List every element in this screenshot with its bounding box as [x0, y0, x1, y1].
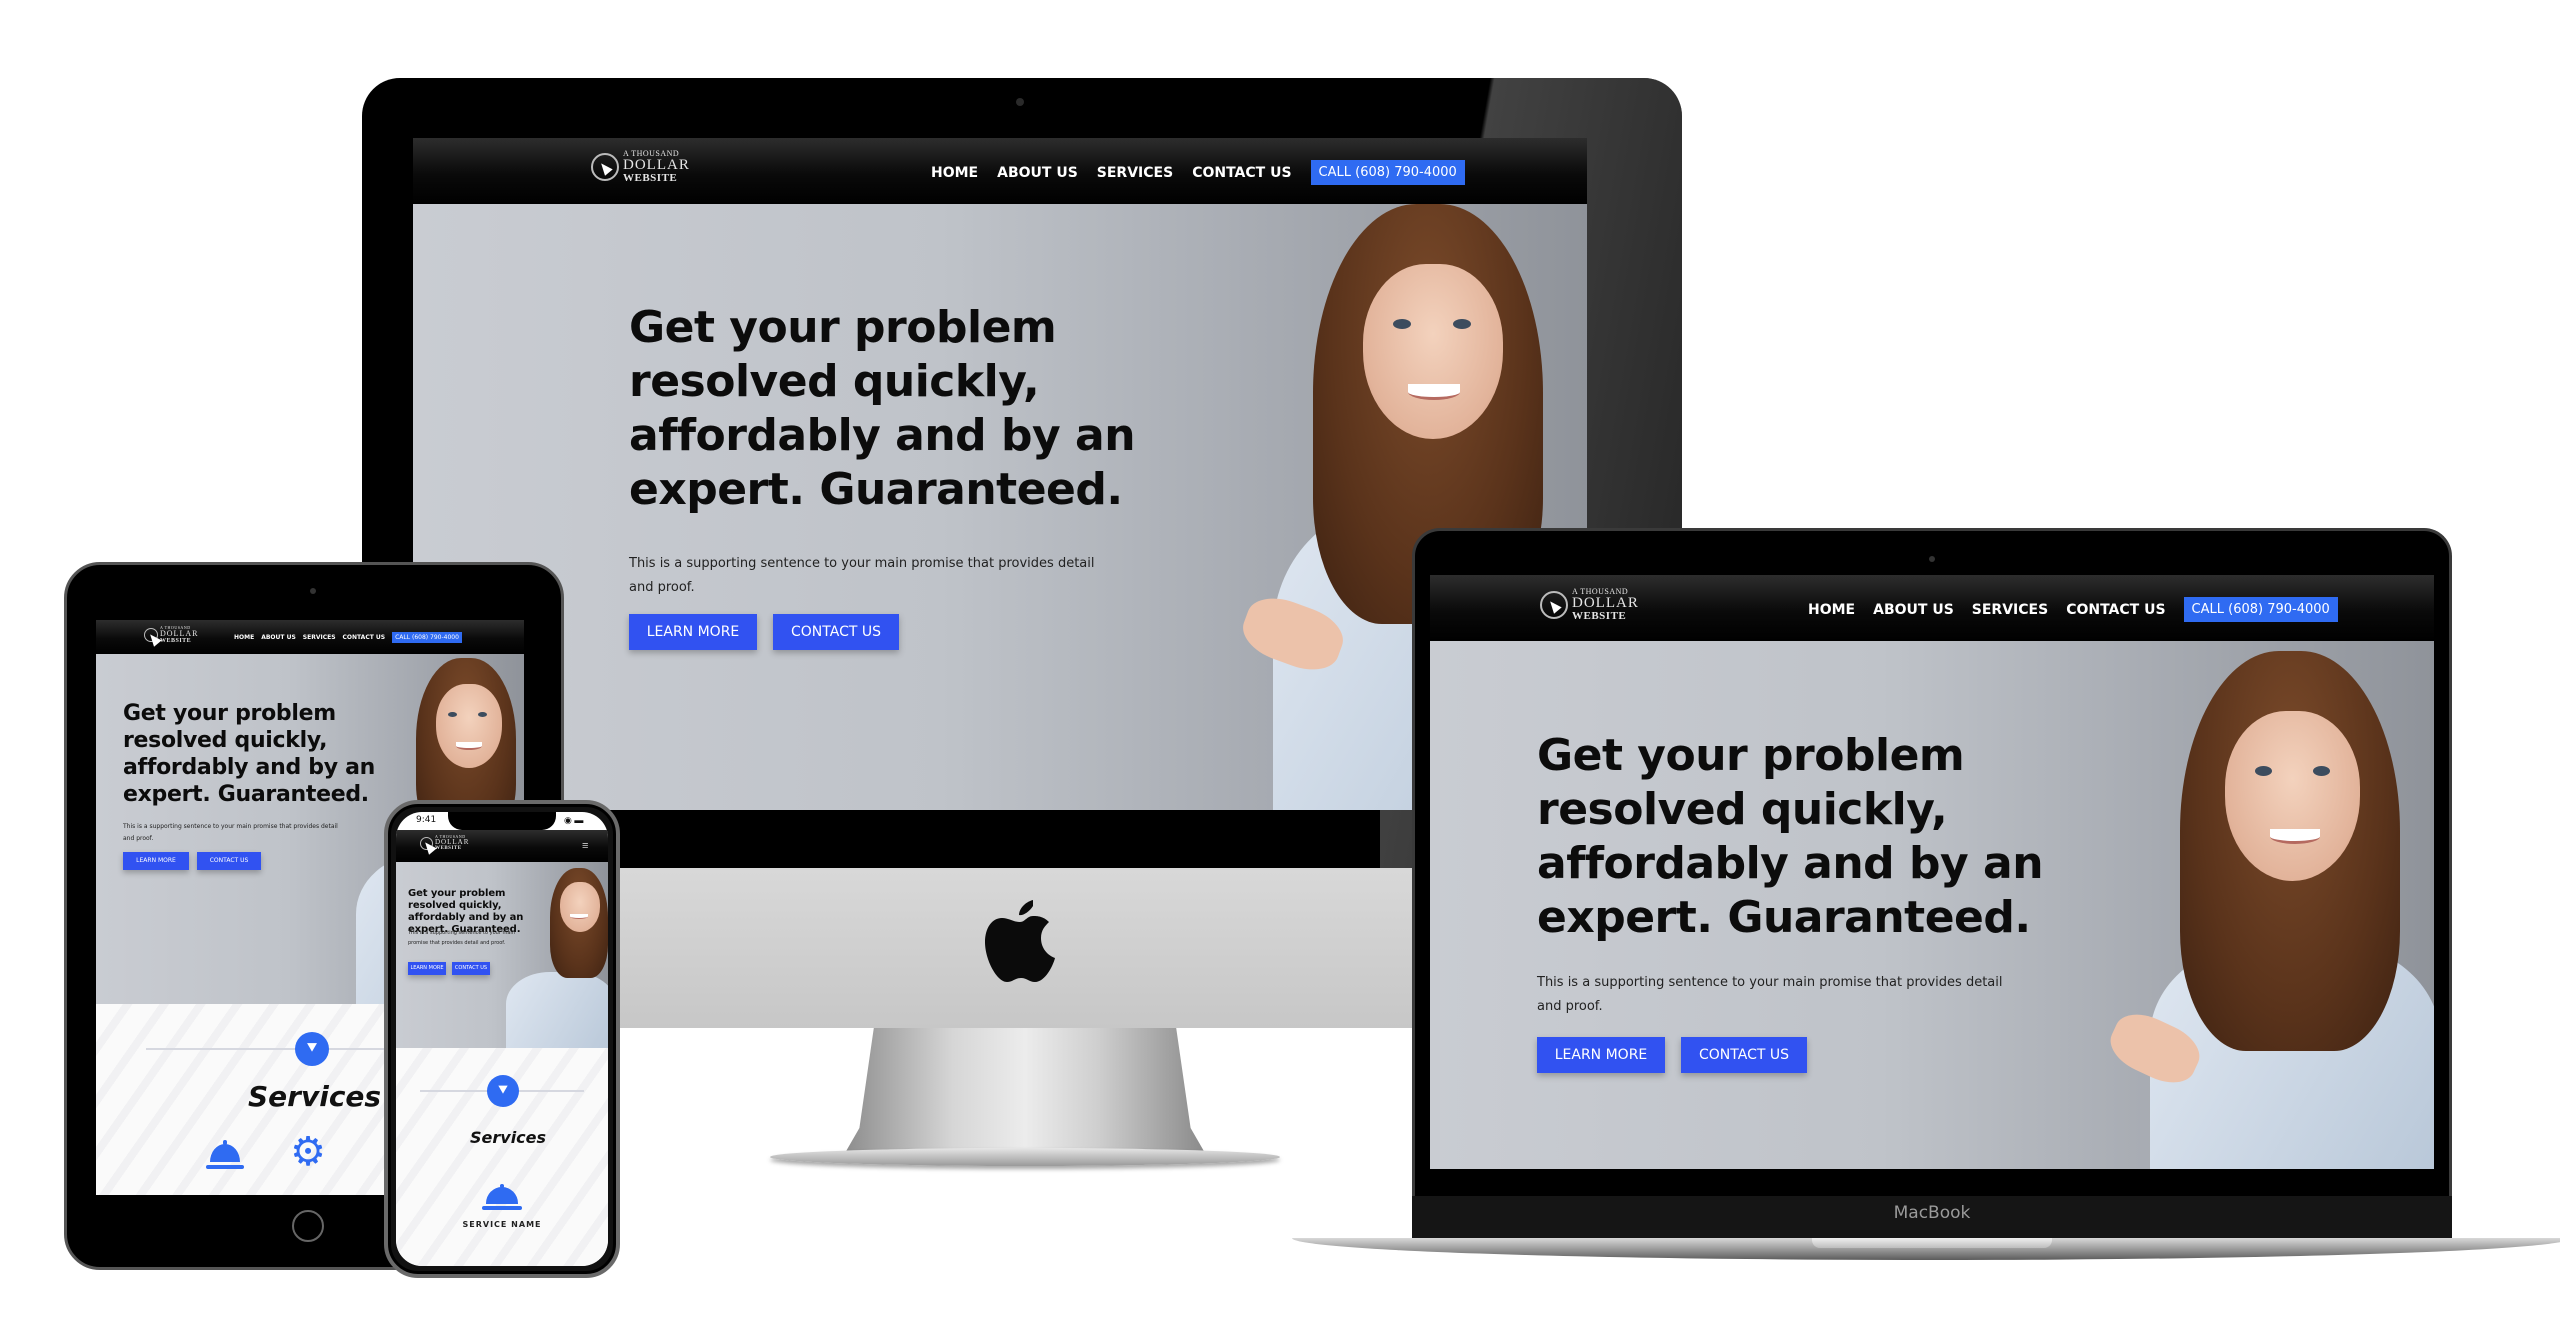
site-logo[interactable]: A THOUSAND DOLLAR WEBSITE: [144, 626, 198, 644]
hero-subtitle: This is a supporting sentence to your ma…: [1537, 975, 2003, 1014]
hero-subtitle: This is a supporting sentence to your ma…: [408, 930, 515, 946]
phone-website: 9:41 ◉ ▬ A THOUSAND DOLLAR WEBSITE ≡ Get…: [396, 812, 608, 1266]
nav-about-us[interactable]: ABOUT US: [997, 165, 1078, 181]
status-bar-time: 9:41: [416, 815, 437, 825]
hero-person-image: [2102, 641, 2434, 1169]
imac-website: A THOUSAND DOLLAR WEBSITE HOME ABOUT US …: [413, 138, 1587, 810]
site-navbar: A THOUSAND DOLLAR WEBSITE HOME ABOUT US …: [1430, 575, 2434, 641]
nav-contact-us[interactable]: CONTACT US: [1192, 165, 1291, 181]
nav-contact-us[interactable]: CONTACT US: [343, 634, 386, 641]
chevrons-down-icon[interactable]: ⯆: [295, 1032, 329, 1066]
hero-section: Get your problem resolved quickly, affor…: [413, 204, 1587, 810]
status-bar-icons: ◉ ▬: [564, 815, 584, 825]
nav-links: HOME ABOUT US SERVICES CONTACT US CALL (…: [1808, 597, 2338, 622]
services-title: Services: [470, 1128, 547, 1147]
logo-cursor-icon: [420, 836, 433, 850]
chevrons-down-icon[interactable]: ⯆: [487, 1075, 519, 1107]
nav-services[interactable]: SERVICES: [303, 634, 336, 641]
laptop-brand-label: MacBook: [1893, 1203, 1971, 1223]
site-logo[interactable]: A THOUSAND DOLLAR WEBSITE: [1540, 588, 1639, 622]
phone-notch: [448, 812, 556, 830]
tablet-home-button: [292, 1210, 324, 1242]
service-bell-icon: [206, 1138, 244, 1172]
logo-line-2: DOLLAR: [623, 157, 690, 173]
nav-services[interactable]: SERVICES: [1097, 165, 1173, 181]
hero-title: Get your problem resolved quickly, affor…: [629, 302, 1136, 515]
nav-links: HOME ABOUT US SERVICES CONTACT US CALL (…: [931, 160, 1465, 185]
contact-us-button[interactable]: CONTACT US: [773, 614, 899, 650]
site-navbar: A THOUSAND DOLLAR WEBSITE ≡: [396, 830, 608, 862]
service-name-label: SERVICE NAME: [462, 1220, 542, 1229]
services-section: ⯆ Services SERVICE NAME: [396, 1048, 608, 1266]
logo-cursor-icon: [591, 153, 619, 181]
laptop-camera: [1929, 556, 1935, 562]
hero-section: Get your problem resolved quickly, affor…: [1430, 641, 2434, 1169]
imac-camera: [1016, 98, 1024, 106]
site-logo[interactable]: A THOUSAND DOLLAR WEBSITE: [591, 150, 690, 184]
nav-call-button[interactable]: CALL (608) 790-4000: [2183, 597, 2338, 622]
nav-contact-us[interactable]: CONTACT US: [2066, 602, 2165, 618]
nav-about-us[interactable]: ABOUT US: [1873, 602, 1954, 618]
learn-more-button[interactable]: LEARN MORE: [408, 962, 446, 975]
nav-call-button[interactable]: CALL (608) 790-4000: [1310, 160, 1465, 185]
contact-us-button[interactable]: CONTACT US: [197, 852, 261, 870]
nav-call-button[interactable]: CALL (608) 790-4000: [392, 632, 462, 643]
laptop-website: A THOUSAND DOLLAR WEBSITE HOME ABOUT US …: [1430, 575, 2434, 1169]
nav-about-us[interactable]: ABOUT US: [261, 634, 296, 641]
contact-us-button[interactable]: CONTACT US: [1681, 1037, 1807, 1073]
nav-home[interactable]: HOME: [234, 634, 254, 641]
site-logo[interactable]: A THOUSAND DOLLAR WEBSITE: [420, 835, 469, 851]
hero-title: Get your problem resolved quickly, affor…: [123, 701, 376, 807]
nav-home[interactable]: HOME: [931, 165, 978, 181]
services-title: Services: [248, 1080, 382, 1113]
hero-section: Get your problem resolved quickly, affor…: [396, 862, 608, 1052]
service-gear-icon: ⚙: [290, 1129, 326, 1175]
contact-us-button[interactable]: CONTACT US: [452, 962, 490, 975]
site-navbar: A THOUSAND DOLLAR WEBSITE HOME ABOUT US …: [96, 620, 524, 654]
logo-cursor-icon: [144, 628, 158, 642]
hero-subtitle: This is a supporting sentence to your ma…: [123, 823, 338, 842]
imac-stand: [845, 1028, 1205, 1153]
logo-cursor-icon: [1540, 591, 1568, 619]
site-navbar: A THOUSAND DOLLAR WEBSITE HOME ABOUT US …: [413, 138, 1587, 204]
nav-services[interactable]: SERVICES: [1972, 602, 2048, 618]
service-bell-icon: [482, 1182, 522, 1212]
tablet-camera: [310, 588, 316, 594]
learn-more-button[interactable]: LEARN MORE: [629, 614, 757, 650]
nav-home[interactable]: HOME: [1808, 602, 1855, 618]
logo-line-2: DOLLAR: [1572, 595, 1639, 611]
learn-more-button[interactable]: LEARN MORE: [1537, 1037, 1665, 1073]
imac-stand-foot: [770, 1148, 1280, 1166]
learn-more-button[interactable]: LEARN MORE: [123, 852, 189, 870]
logo-line-3: WEBSITE: [623, 172, 678, 184]
hamburger-menu-icon[interactable]: ≡: [582, 840, 588, 852]
nav-links: HOME ABOUT US SERVICES CONTACT US CALL (…: [234, 632, 462, 643]
hero-subtitle: This is a supporting sentence to your ma…: [629, 556, 1095, 595]
laptop-opening-notch: [1812, 1238, 2052, 1248]
logo-line-3: WEBSITE: [1572, 610, 1627, 622]
apple-logo-icon: [985, 900, 1055, 982]
hero-title: Get your problem resolved quickly, affor…: [1537, 730, 2044, 943]
